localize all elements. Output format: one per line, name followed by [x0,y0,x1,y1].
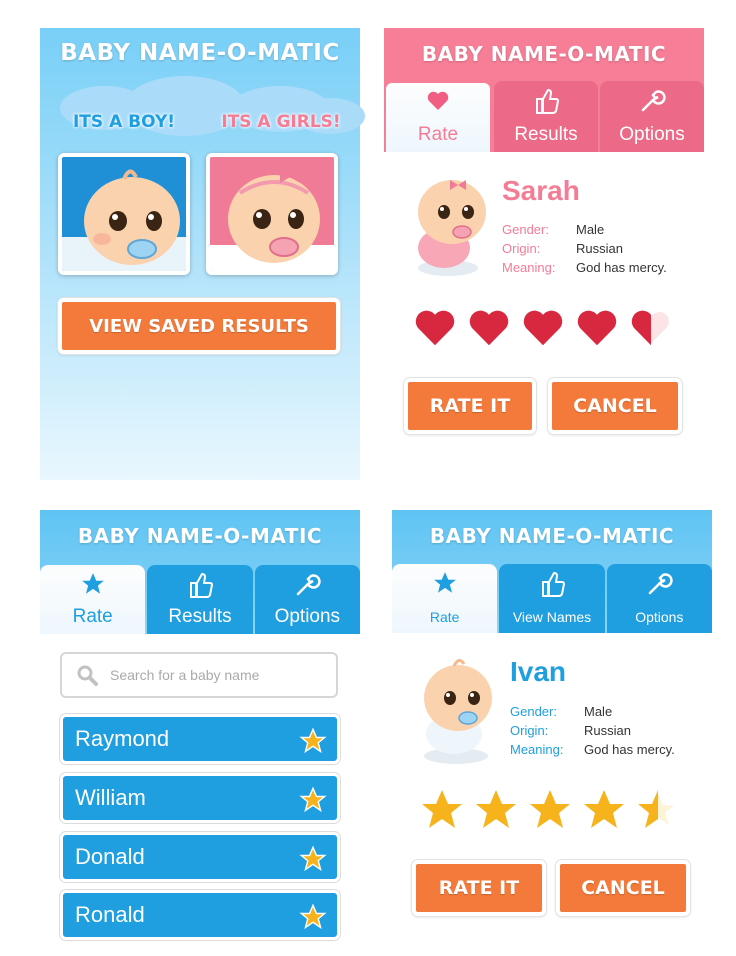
thumbs-up-icon [147,571,252,599]
tab-rate[interactable]: Rate [40,565,146,634]
list-item[interactable]: Raymond [60,714,340,764]
name-label: Donald [75,844,145,869]
baby-name: Sarah [502,175,580,206]
header-bar: BABY NAME-O-MATIC Rate View Names Option… [392,510,712,633]
baby-boy-illustration [62,169,186,271]
app-title: BABY NAME-O-MATIC [421,42,667,66]
tab-rate[interactable]: Rate [384,81,492,152]
name-label: William [75,785,146,810]
girl-choice-button[interactable] [206,153,338,275]
tab-label: Options [274,606,341,627]
boy-label: ITS A BOY! [72,112,176,132]
header-bar: BABY NAME-O-MATIC Rate Results Options [40,510,360,634]
boy-choice-button[interactable] [58,153,190,275]
star-icon [40,571,145,597]
tab-label: Rate [429,609,460,625]
view-saved-results-button[interactable]: VIEW SAVED RESULTS [58,298,340,354]
meaning-value: God has mercy. [584,742,675,757]
tab-label: Options [619,124,685,145]
origin-value: Russian [584,723,631,738]
baby-name: Ivan [510,656,567,687]
list-item[interactable]: Donald [60,832,340,882]
gender-key: Gender: [502,222,549,237]
baby-boy-avatar [424,659,492,764]
thumbs-up-icon [494,87,598,115]
heart-rating[interactable] [412,304,682,350]
origin-row: Origin: Russian [510,723,631,738]
app-title: BABY NAME-O-MATIC [77,524,323,548]
heart-icon[interactable] [466,304,512,350]
search-field[interactable]: Search for a baby name [60,652,338,698]
tab-label: Results [168,606,232,627]
star-icon[interactable] [299,845,327,873]
heart-icon[interactable] [574,304,620,350]
star-icon[interactable] [299,786,327,814]
tab-label: Rate [417,124,459,145]
star-icon[interactable] [526,786,574,834]
header-bar: BABY NAME-O-MATIC Rate Results Options [384,28,704,152]
gender-row: Gender: Male [502,222,604,237]
thumbs-up-icon [499,570,604,598]
star-icon[interactable] [418,786,466,834]
tab-rate[interactable]: Rate [392,564,498,633]
name-label: Ronald [75,902,145,927]
boy-rate-screen: BABY NAME-O-MATIC Rate View Names Option… [392,510,712,930]
app-title: BABY NAME-O-MATIC [429,524,675,548]
wrench-icon [607,570,712,598]
tab-results[interactable]: Results [494,81,598,152]
gender-value: Male [576,222,605,237]
tab-label: Results [514,124,578,145]
name-list-screen: BABY NAME-O-MATIC Rate Results Options S… [40,510,360,950]
star-icon[interactable] [299,903,327,931]
gender-row: Gender: Male [510,704,612,719]
wrench-icon [600,87,704,115]
meaning-value: God has mercy. [576,260,667,275]
tab-results[interactable]: Results [147,565,253,634]
star-icon[interactable] [634,786,682,834]
cancel-button[interactable]: CANCEL [556,860,690,916]
gender-key: Gender: [510,704,557,719]
home-screen: BABY NAME-O-MATIC ITS A BOY! ITS A GIRLS… [40,28,365,480]
tab-label: Rate [72,606,113,627]
girl-rate-screen: BABY NAME-O-MATIC Rate Results Options S… [384,28,704,448]
girl-label: ITS A GIRLS! [221,112,341,132]
tab-options[interactable]: Options [606,564,712,633]
tab-options[interactable]: Options [254,565,360,634]
heart-icon [386,89,490,113]
origin-value: Russian [576,241,623,256]
search-icon [77,665,98,686]
star-icon[interactable] [580,786,628,834]
origin-key: Origin: [502,241,541,256]
gender-value: Male [584,704,613,719]
heart-icon[interactable] [412,304,458,350]
star-icon[interactable] [472,786,520,834]
cancel-button[interactable]: CANCEL [548,378,682,434]
star-icon[interactable] [299,727,327,755]
baby-girl-avatar [418,180,486,276]
origin-key: Origin: [510,723,549,738]
tab-label: View Names [512,609,592,625]
search-placeholder: Search for a baby name [110,667,260,683]
heart-icon[interactable] [520,304,566,350]
wrench-icon [255,571,360,599]
heart-icon[interactable] [628,304,674,350]
star-icon [392,570,497,596]
list-item[interactable]: Ronald [60,890,340,940]
rate-it-button[interactable]: RATE IT [404,378,536,434]
meaning-key: Meaning: [510,742,564,757]
name-label: Raymond [75,726,170,751]
rate-it-button[interactable]: RATE IT [412,860,546,916]
meaning-row: Meaning: God has mercy. [510,742,675,757]
tab-label: Options [635,609,684,625]
app-title: BABY NAME-O-MATIC [60,40,340,66]
tab-view-names[interactable]: View Names [499,564,605,633]
baby-girl-illustration [210,171,334,271]
meaning-row: Meaning: God has mercy. [502,260,667,275]
tab-options[interactable]: Options [600,81,704,152]
origin-row: Origin: Russian [502,241,623,256]
meaning-key: Meaning: [502,260,556,275]
list-item[interactable]: William [60,773,340,823]
star-rating[interactable] [418,786,688,834]
